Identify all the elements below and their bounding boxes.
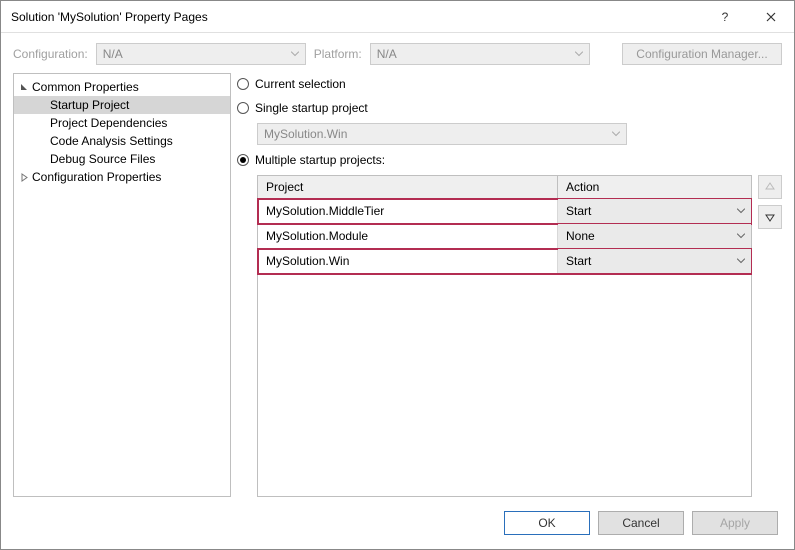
expander-closed-icon[interactable] — [18, 173, 30, 182]
chevron-down-icon — [612, 132, 620, 137]
platform-label: Platform: — [314, 47, 362, 61]
radio-icon — [237, 78, 249, 90]
configuration-label: Configuration: — [13, 47, 88, 61]
col-header-project[interactable]: Project — [258, 176, 558, 198]
tree-item-label: Code Analysis Settings — [50, 134, 173, 148]
cell-action-dropdown[interactable]: Start — [558, 199, 751, 223]
chevron-down-icon — [737, 259, 745, 264]
cell-project: MySolution.MiddleTier — [258, 199, 558, 223]
radio-icon — [237, 102, 249, 114]
tree-item-label: Common Properties — [32, 80, 139, 94]
titlebar: Solution 'MySolution' Property Pages ? — [1, 1, 794, 33]
col-header-action[interactable]: Action — [558, 176, 751, 198]
tree-item[interactable]: Configuration Properties — [14, 168, 230, 186]
radio-label: Multiple startup projects: — [255, 153, 385, 167]
tree-item-label: Project Dependencies — [50, 116, 167, 130]
property-tree[interactable]: Common Properties Startup Project Project … — [13, 73, 231, 497]
expander-open-icon[interactable] — [18, 83, 30, 92]
configuration-value: N/A — [103, 47, 123, 61]
action-value: None — [566, 229, 595, 243]
radio-label: Current selection — [255, 77, 346, 91]
tree-item[interactable]: Code Analysis Settings — [14, 132, 230, 150]
configuration-manager-button[interactable]: Configuration Manager... — [622, 43, 782, 65]
close-button[interactable] — [748, 1, 794, 33]
radio-current-selection[interactable]: Current selection — [237, 75, 782, 93]
tree-item[interactable]: Startup Project — [14, 96, 230, 114]
radio-label: Single startup project — [255, 101, 368, 115]
reorder-buttons — [758, 175, 782, 497]
grid-header: Project Action — [258, 176, 751, 199]
startup-table-zone: Project Action MySolution.MiddleTier Star… — [257, 175, 782, 497]
move-up-button[interactable] — [758, 175, 782, 199]
platform-combo: N/A — [370, 43, 590, 65]
table-row[interactable]: MySolution.Module None — [258, 224, 751, 249]
tree-item[interactable]: Project Dependencies — [14, 114, 230, 132]
tree-item-label: Startup Project — [50, 98, 129, 112]
table-row[interactable]: MySolution.Win Start — [258, 249, 751, 274]
chevron-down-icon — [737, 209, 745, 214]
table-row[interactable]: MySolution.MiddleTier Start — [258, 199, 751, 224]
startup-project-pane: Current selection Single startup project… — [237, 73, 782, 497]
action-value: Start — [566, 204, 591, 218]
single-startup-value: MySolution.Win — [264, 127, 347, 141]
cell-action-dropdown[interactable]: None — [558, 224, 751, 248]
radio-multiple-startup[interactable]: Multiple startup projects: — [237, 151, 782, 169]
chevron-down-icon — [575, 52, 583, 57]
window-title: Solution 'MySolution' Property Pages — [11, 10, 702, 24]
cell-action-dropdown[interactable]: Start — [558, 249, 751, 273]
configuration-row: Configuration: N/A Platform: N/A Configu… — [1, 33, 794, 73]
help-button[interactable]: ? — [702, 1, 748, 33]
action-value: Start — [566, 254, 591, 268]
grid-body: MySolution.MiddleTier Start MySolution.Mod… — [258, 199, 751, 496]
chevron-down-icon — [737, 234, 745, 239]
apply-button[interactable]: Apply — [692, 511, 778, 535]
dialog-footer: OK Cancel Apply — [1, 497, 794, 549]
cancel-button[interactable]: Cancel — [598, 511, 684, 535]
chevron-down-icon — [291, 52, 299, 57]
ok-button[interactable]: OK — [504, 511, 590, 535]
single-startup-combo: MySolution.Win — [257, 123, 627, 145]
tree-item[interactable]: Debug Source Files — [14, 150, 230, 168]
tree-item[interactable]: Common Properties — [14, 78, 230, 96]
radio-single-startup[interactable]: Single startup project — [237, 99, 782, 117]
startup-projects-grid[interactable]: Project Action MySolution.MiddleTier Star… — [257, 175, 752, 497]
platform-value: N/A — [377, 47, 397, 61]
tree-item-label: Debug Source Files — [50, 152, 155, 166]
cell-project: MySolution.Module — [258, 224, 558, 248]
configuration-combo: N/A — [96, 43, 306, 65]
body-area: Common Properties Startup Project Project … — [1, 73, 794, 497]
tree-item-label: Configuration Properties — [32, 170, 161, 184]
cell-project: MySolution.Win — [258, 249, 558, 273]
move-down-button[interactable] — [758, 205, 782, 229]
radio-icon — [237, 154, 249, 166]
